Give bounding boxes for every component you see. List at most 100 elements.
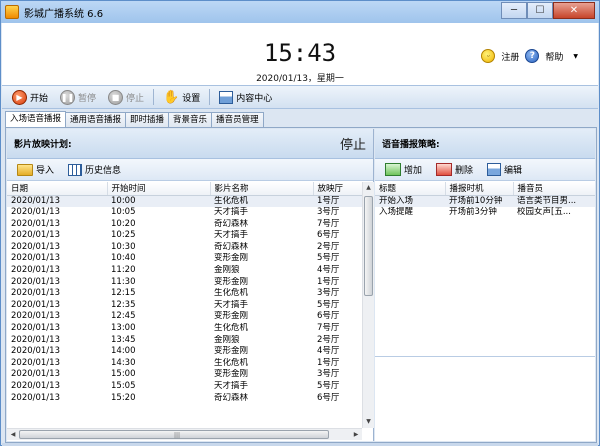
column-header-date[interactable]: 日期 [7,182,108,196]
smiley-icon: ᵕ [481,49,496,63]
scrollbar-thumb[interactable] [364,196,373,296]
table-cell: 2020/01/13 [11,265,60,276]
add-strategy-button[interactable]: 增加 [379,160,428,180]
column-header-announcer[interactable]: 播音员 [513,182,595,196]
table-row[interactable]: 2020/01/13 11:30 变形金刚 1号厅 [7,277,362,289]
tab-entry-voice[interactable]: 入场语音播报 [5,111,67,127]
table-cell: 2020/01/13 [11,369,60,380]
pause-button[interactable]: ❚❚ 暂停 [54,87,102,107]
table-cell: 2020/01/13 [11,357,60,368]
settings-label: 设置 [182,93,201,104]
content-center-button[interactable]: 内容中心 [213,87,278,107]
table-cell: 开场前10分钟 [445,195,513,208]
table-cell: 15:20 [111,392,136,403]
table-row[interactable]: 2020/01/13 10:25 天才搞手 6号厅 [7,230,362,242]
table-row[interactable]: 2020/01/13 14:00 变形金刚 4号厅 [7,346,362,358]
horizontal-scrollbar[interactable]: ◀ ||| ▶ [7,428,362,440]
table-row[interactable]: 开始入场 开场前10分钟 语言类节目男... [375,195,595,208]
column-header-timing[interactable]: 播报时机 [445,182,514,196]
minimize-button[interactable]: ─ [501,2,527,19]
table-cell: 变形金刚 [214,346,249,357]
table-row[interactable]: 2020/01/13 10:00 生化危机 1号厅 [7,195,362,208]
strategy-title: 语音播报策略: [382,140,440,150]
table-cell: 13:45 [111,334,136,345]
table-row[interactable]: 2020/01/13 13:00 生化危机 7号厅 [7,323,362,335]
table-row[interactable]: 2020/01/13 15:00 变形金刚 3号厅 [7,369,362,381]
tab-background-music[interactable]: 背景音乐 [168,112,213,127]
tab-general-voice[interactable]: 通用语音播报 [65,112,127,127]
history-button[interactable]: 历史信息 [62,160,127,180]
table-cell: 13:00 [111,323,136,334]
scroll-up-icon[interactable]: ▲ [363,182,374,194]
table-row[interactable]: 2020/01/13 15:20 奇幻森林 6号厅 [7,393,362,405]
help-dropdown-icon[interactable]: ▼ [573,53,578,60]
table-row[interactable]: 2020/01/13 12:15 生化危机 3号厅 [7,288,362,300]
schedule-header-row: 日期 开始时间 影片名称 放映厅 [7,182,362,196]
content-center-label: 内容中心 [236,93,273,104]
scroll-left-icon[interactable]: ◀ [7,429,19,440]
column-header-start-time[interactable]: 开始时间 [107,182,211,196]
column-header-title[interactable]: 标题 [375,182,446,196]
title-bar[interactable]: 影城广播系统 6.6 ─ ☐ ✕ [1,1,599,23]
table-row[interactable]: 2020/01/13 12:45 变形金刚 6号厅 [7,311,362,323]
settings-button[interactable]: ✋ 设置 [157,87,206,107]
table-cell: 2020/01/13 [11,207,60,218]
strategy-header: 语音播报策略: [375,129,595,159]
main-toolbar: ▶ 开始 ❚❚ 暂停 ■ 停止 ✋ 设置 内容中心 [2,85,598,109]
table-cell: 奇幻森林 [214,392,249,403]
tab-announcer-management[interactable]: 播音员管理 [211,112,264,127]
table-cell: 4号厅 [317,346,340,357]
table-row[interactable]: 2020/01/13 13:45 金刚狼 2号厅 [7,335,362,347]
maximize-button[interactable]: ☐ [527,2,553,19]
table-row[interactable]: 2020/01/13 10:40 变形金刚 5号厅 [7,253,362,265]
schedule-panel: 影片放映计划: 停止 导入 历史信息 日期 开始时间 影片名称 放映厅 2020… [7,129,374,441]
table-row[interactable]: 2020/01/13 10:20 奇幻森林 7号厅 [7,219,362,231]
table-row[interactable]: 入场提醒 开场前3分钟 校园女声[五... [375,207,595,219]
schedule-table: 日期 开始时间 影片名称 放映厅 2020/01/13 10:00 生化危机 1号厅 2… [7,182,362,428]
column-header-hall[interactable]: 放映厅 [313,182,362,196]
column-header-film-name[interactable]: 影片名称 [210,182,314,196]
import-button[interactable]: 导入 [11,160,60,180]
table-row[interactable]: 2020/01/13 14:30 生化危机 1号厅 [7,358,362,370]
register-link[interactable]: 注册 [501,50,519,63]
table-cell: 生化危机 [214,357,249,368]
table-cell: 5号厅 [317,253,340,264]
delete-label: 删除 [455,166,474,176]
table-cell: 1号厅 [317,357,340,368]
start-button[interactable]: ▶ 开始 [6,87,54,107]
scrollbar-thumb[interactable]: ||| [19,430,329,439]
table-cell: 变形金刚 [214,311,249,322]
stop-button[interactable]: ■ 停止 [102,87,150,107]
pause-label: 暂停 [78,93,97,104]
help-link[interactable]: 帮助 [545,50,563,63]
tab-instant-insert[interactable]: 即时插播 [125,112,170,127]
scroll-right-icon[interactable]: ▶ [350,429,362,440]
table-cell: 2020/01/13 [11,288,60,299]
table-cell: 天才搞手 [214,299,249,310]
table-cell: 金刚狼 [214,265,240,276]
scroll-down-icon[interactable]: ▼ [363,416,374,428]
add-icon [385,163,401,176]
start-label: 开始 [30,93,49,104]
table-cell: 2020/01/13 [11,241,60,252]
table-row[interactable]: 2020/01/13 11:20 金刚狼 4号厅 [7,265,362,277]
vertical-scrollbar[interactable]: ▲ ▼ [362,182,374,428]
table-cell: 1号厅 [317,276,340,287]
close-button[interactable]: ✕ [553,2,595,19]
table-cell: 12:35 [111,299,136,310]
table-cell: 2020/01/13 [11,253,60,264]
edit-icon [487,163,502,176]
table-row[interactable]: 2020/01/13 10:05 天才搞手 3号厅 [7,207,362,219]
table-cell: 校园女声[五... [517,207,571,218]
toolbar-separator [153,89,155,105]
table-cell: 入场提醒 [379,207,414,218]
table-cell: 2020/01/13 [11,381,60,391]
delete-strategy-button[interactable]: 删除 [430,160,479,180]
table-row[interactable]: 2020/01/13 12:35 天才搞手 5号厅 [7,300,362,312]
table-row[interactable]: 2020/01/13 10:30 奇幻森林 2号厅 [7,242,362,254]
table-cell: 5号厅 [317,381,340,391]
edit-strategy-button[interactable]: 编辑 [481,160,528,180]
table-row[interactable]: 2020/01/13 15:05 天才搞手 5号厅 [7,381,362,393]
header-links: ᵕ 注册 ? 帮助 ▼ [481,49,578,63]
table-cell: 天才搞手 [214,230,249,241]
